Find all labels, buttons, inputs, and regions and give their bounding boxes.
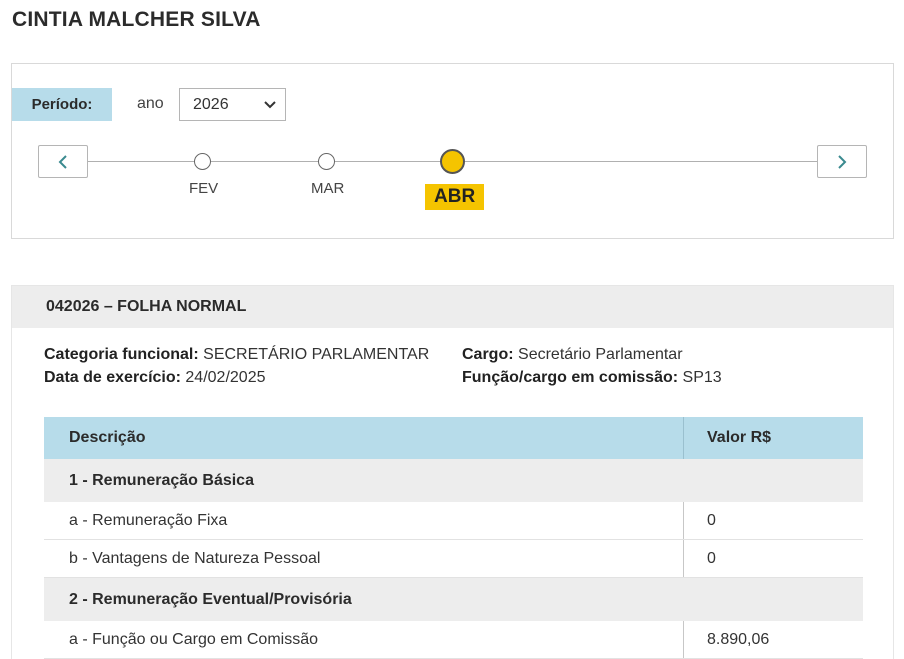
month-label-abr-selected[interactable]: ABR <box>425 184 485 210</box>
categoria-info: Categoria funcional: SECRETÁRIO PARLAMEN… <box>44 346 429 364</box>
table-row: a - Remuneração Fixa 0 <box>44 502 863 540</box>
header-descricao: Descrição <box>69 429 146 446</box>
data-exercicio-value: 24/02/2025 <box>185 369 266 386</box>
row-descricao: b - Vantagens de Natureza Pessoal <box>69 549 321 567</box>
funcao-info: Função/cargo em comissão: SP13 <box>462 369 722 387</box>
folha-section: 042026 – FOLHA NORMAL Categoria funciona… <box>11 285 894 659</box>
header-valor: Valor R$ <box>683 417 863 459</box>
period-selector: Período: ano 2026 FEV MAR ABR <box>11 63 894 239</box>
remuneracao-table: Descrição Valor R$ 1 - Remuneração Básic… <box>44 417 863 659</box>
year-label: ano <box>137 95 164 112</box>
month-dot-abr-selected[interactable] <box>440 149 465 174</box>
row-valor: 0 <box>683 502 863 539</box>
table-row: a - Função ou Cargo em Comissão 8.890,06 <box>44 621 863 659</box>
period-label: Período: <box>12 88 112 121</box>
row-valor: 0 <box>683 540 863 577</box>
cargo-info: Cargo: Secretário Parlamentar <box>462 346 683 364</box>
funcao-label: Função/cargo em comissão: <box>462 369 679 386</box>
categoria-label: Categoria funcional: <box>44 346 199 363</box>
folha-title: 042026 – FOLHA NORMAL <box>12 286 893 328</box>
year-select[interactable]: 2026 <box>179 88 286 121</box>
categoria-value: SECRETÁRIO PARLAMENTAR <box>203 346 430 363</box>
chevron-right-icon <box>838 154 847 169</box>
cargo-label: Cargo: <box>462 346 514 363</box>
row-descricao: a - Remuneração Fixa <box>69 511 228 529</box>
year-select-value: 2026 <box>193 95 229 113</box>
row-valor: 8.890,06 <box>683 621 863 658</box>
data-exercicio-label: Data de exercício: <box>44 369 181 386</box>
chevron-left-icon <box>58 154 67 169</box>
data-exercicio-info: Data de exercício: 24/02/2025 <box>44 369 265 387</box>
month-label-fev[interactable]: FEV <box>189 180 218 197</box>
month-dot-mar[interactable] <box>318 153 335 170</box>
cargo-value: Secretário Parlamentar <box>518 346 683 363</box>
table-row: b - Vantagens de Natureza Pessoal 0 <box>44 540 863 578</box>
funcao-value: SP13 <box>682 369 722 386</box>
row-descricao: a - Função ou Cargo em Comissão <box>69 630 318 648</box>
page-title: CINTIA MALCHER SILVA <box>12 8 261 31</box>
chevron-down-icon <box>264 101 276 109</box>
next-month-button[interactable] <box>817 145 867 178</box>
table-header: Descrição Valor R$ <box>44 417 863 459</box>
previous-month-button[interactable] <box>38 145 88 178</box>
table-group-row: 1 - Remuneração Básica <box>44 459 863 502</box>
table-group-row: 2 - Remuneração Eventual/Provisória <box>44 578 863 621</box>
month-dot-fev[interactable] <box>194 153 211 170</box>
month-label-mar[interactable]: MAR <box>311 180 344 197</box>
